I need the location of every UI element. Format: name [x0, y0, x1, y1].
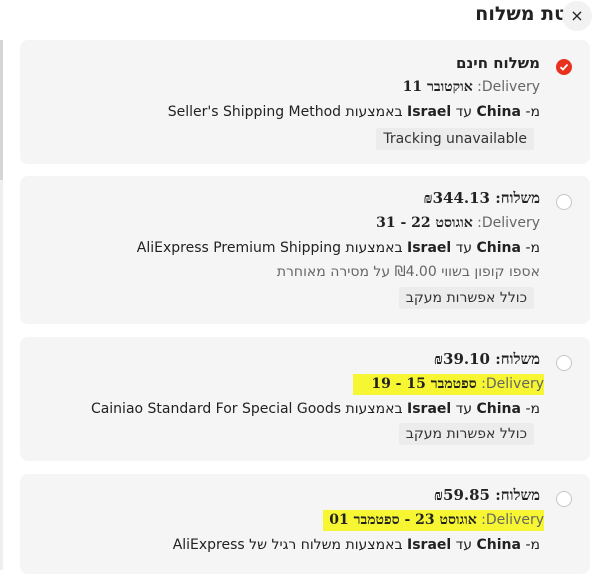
to-label: עד	[455, 104, 473, 120]
destination-country: Israel	[407, 104, 452, 120]
from-label: מ-	[525, 104, 540, 120]
from-label: מ-	[525, 240, 540, 256]
method-prefix: באמצעות	[345, 537, 403, 553]
shipping-option-premium[interactable]: משלוח: ₪344.13 Delivery: אוגוסט 22 - 31 …	[20, 176, 590, 324]
shipping-method: Cainiao Standard For Special Goods	[90, 401, 342, 417]
shipping-option-cainiao[interactable]: משלוח: ₪39.10 Delivery: ספטמבר 15 - 19 מ…	[20, 337, 590, 461]
route-line: מ- China עד Israel באמצעות משלוח רגיל של…	[173, 537, 540, 553]
delivery-estimate: Delivery: אוגוסט 22 - 31	[376, 215, 540, 232]
shipping-price: משלוח: ₪39.10	[433, 350, 540, 368]
delivery-label: Delivery:	[477, 79, 540, 95]
to-label: עד	[455, 537, 473, 553]
delivery-estimate: Delivery: אוגוסט 23 - ספטמבר 01	[323, 510, 544, 531]
scrollbar-thumb[interactable]	[0, 40, 3, 180]
to-label: עד	[455, 240, 473, 256]
close-button[interactable]: ×	[562, 1, 592, 31]
delivery-estimate: Delivery: ספטמבר 15 - 19	[353, 374, 544, 395]
shipping-method: משלוח רגיל של AliExpress	[172, 537, 342, 553]
delivery-label: Delivery:	[477, 215, 540, 231]
tracking-badge: כולל אפשרות מעקב	[398, 423, 534, 445]
delivery-date: אוגוסט 22 - 31	[376, 215, 473, 231]
shipping-price: משלוח חינם	[456, 54, 540, 72]
route-line: מ- China עד Israel באמצעות Cainiao Stand…	[91, 401, 540, 417]
radio-unselected-icon[interactable]	[556, 194, 572, 210]
shipping-price: משלוח: ₪344.13	[423, 189, 540, 207]
destination-country: Israel	[407, 537, 452, 553]
delivery-label: Delivery:	[481, 512, 544, 528]
shipping-method: AliExpress Premium Shipping	[136, 240, 342, 256]
coupon-note: אספו קופון בשווי ₪4.00 על מסירה מאוחרת	[276, 264, 540, 280]
from-label: מ-	[525, 537, 540, 553]
radio-unselected-icon[interactable]	[556, 355, 572, 371]
method-prefix: באמצעות	[345, 240, 403, 256]
origin-country: China	[476, 240, 521, 256]
shipping-option-standard[interactable]: משלוח: ₪59.85 Delivery: אוגוסט 23 - ספטמ…	[20, 474, 590, 574]
delivery-label: Delivery:	[481, 376, 544, 392]
destination-country: Israel	[407, 240, 452, 256]
shipping-price: משלוח: ₪59.85	[433, 486, 540, 504]
origin-country: China	[476, 401, 521, 417]
destination-country: Israel	[407, 401, 452, 417]
dialog-header: שיטת משלוח ×	[0, 0, 595, 36]
from-label: מ-	[525, 401, 540, 417]
delivery-date: אוגוסט 23 - ספטמבר 01	[329, 512, 477, 528]
route-line: מ- China עד Israel באמצעות AliExpress Pr…	[137, 240, 540, 256]
origin-country: China	[476, 104, 521, 120]
shipping-method: Seller's Shipping Method	[167, 104, 342, 120]
route-line: מ- China עד Israel באמצעות Seller's Ship…	[168, 104, 540, 120]
method-prefix: באמצעות	[345, 104, 403, 120]
shipping-option-free[interactable]: משלוח חינם Delivery: אוקטובר 11 מ- China…	[20, 40, 590, 164]
delivery-estimate: Delivery: אוקטובר 11	[403, 79, 540, 96]
tracking-badge: כולל אפשרות מעקב	[398, 287, 534, 309]
to-label: עד	[455, 401, 473, 417]
radio-selected-icon[interactable]	[556, 59, 572, 75]
origin-country: China	[476, 537, 521, 553]
delivery-date: אוקטובר 11	[402, 79, 473, 95]
close-icon[interactable]: ×	[570, 6, 583, 25]
method-prefix: באמצעות	[345, 401, 403, 417]
radio-unselected-icon[interactable]	[556, 491, 572, 507]
delivery-date: ספטמבר 15 - 19	[371, 376, 477, 392]
tracking-badge: Tracking unavailable	[376, 128, 534, 150]
scrollbar-track[interactable]	[0, 180, 3, 570]
